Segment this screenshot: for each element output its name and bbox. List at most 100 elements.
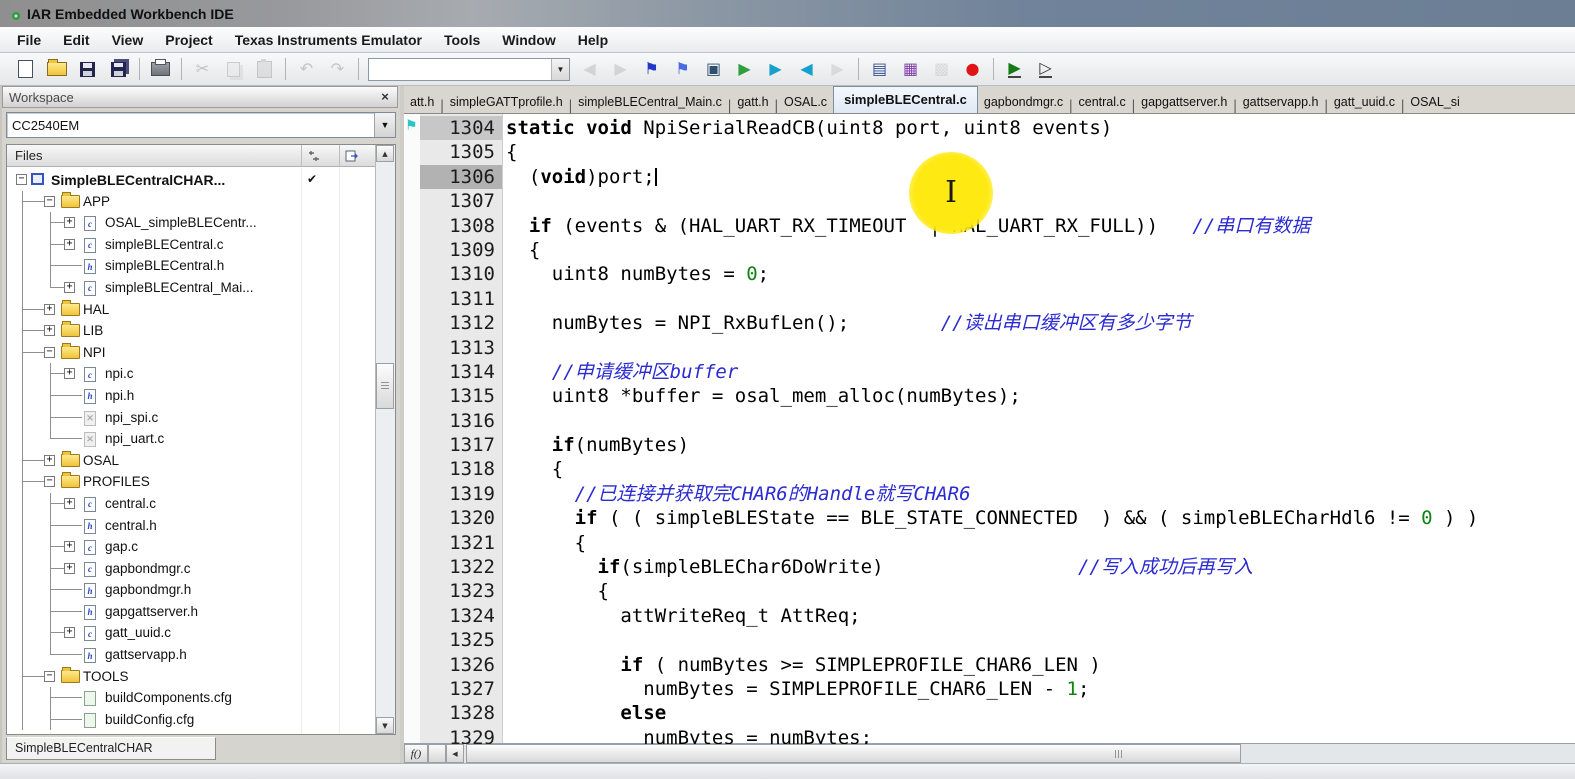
expand-icon[interactable]: + [64, 562, 75, 574]
files-column-header[interactable]: Files [7, 145, 395, 167]
editor-tab-simpleblecentral-main-c[interactable]: simpleBLECentral_Main.c [572, 90, 728, 113]
collapse-icon[interactable]: − [44, 670, 55, 682]
tree-scrollbar-thumb[interactable] [376, 363, 394, 409]
tree-item-label[interactable]: LIB [83, 323, 103, 338]
tree-item-simpleblecentral-h[interactable]: simpleBLECentral.h [7, 255, 376, 277]
scroll-left-icon[interactable]: ◀ [446, 744, 464, 763]
code-text[interactable]: static void NpiSerialReadCB(uint8 port, … [502, 116, 1112, 140]
menu-item-window[interactable]: Window [491, 27, 567, 53]
editor-tab-osal-c[interactable]: OSAL.c [778, 90, 833, 113]
save-button[interactable] [73, 56, 102, 82]
tree-item-gapbondmgr-h[interactable]: gapbondmgr.h [7, 579, 376, 601]
tree-item-label[interactable]: npi_uart.c [105, 431, 164, 446]
expand-icon[interactable]: + [44, 325, 55, 337]
expand-icon[interactable]: + [64, 368, 75, 380]
tree-item-label[interactable]: simpleBLECentral.c [105, 237, 224, 252]
breakpoint-cell[interactable] [404, 433, 420, 457]
tree-item-label[interactable]: PROFILES [83, 474, 150, 489]
code-text[interactable]: { [502, 531, 586, 555]
breakpoint-cell[interactable] [404, 165, 420, 189]
code-text[interactable]: if (events & (HAL_UART_RX_TIMEOUT | HAL_… [502, 214, 1310, 238]
code-text[interactable] [502, 287, 506, 311]
scroll-up-icon[interactable]: ▲ [376, 145, 394, 162]
compile-button[interactable]: ▤ [865, 56, 894, 82]
menu-item-tools[interactable]: Tools [433, 27, 491, 53]
code-text[interactable]: uint8 numBytes = 0; [502, 262, 769, 286]
redo-button[interactable]: ↷ [323, 56, 352, 82]
expand-icon[interactable]: + [64, 238, 75, 250]
expand-icon[interactable]: + [64, 541, 75, 553]
find-next-button[interactable]: ▶ [606, 56, 635, 82]
breakpoint-cell[interactable] [404, 238, 420, 262]
tree-item-lib[interactable]: + LIB [7, 320, 376, 342]
editor-corner-button[interactable] [428, 744, 446, 763]
collapse-icon[interactable]: − [44, 476, 55, 488]
new-document-button[interactable] [11, 56, 40, 82]
tree-item-label[interactable]: gap.c [105, 539, 138, 554]
breakpoint-cell[interactable] [404, 701, 420, 725]
tree-item-label[interactable]: APP [83, 194, 110, 209]
tree-item-label[interactable]: gapbondmgr.c [105, 561, 191, 576]
paste-button[interactable] [250, 56, 279, 82]
menu-item-view[interactable]: View [101, 27, 155, 53]
breakpoint-cell[interactable] [404, 482, 420, 506]
tree-item-osal[interactable]: + OSAL [7, 449, 376, 472]
tree-item-app[interactable]: − APP [7, 190, 376, 213]
tree-item-label[interactable]: gapgattserver.h [105, 604, 198, 619]
editor-horizontal-scrollbar[interactable]: f() ◀ [404, 743, 1575, 763]
breakpoint-cell[interactable] [404, 140, 420, 164]
expand-icon[interactable]: + [44, 454, 55, 466]
code-text[interactable] [502, 189, 506, 213]
menu-item-texas-instruments-emulator[interactable]: Texas Instruments Emulator [224, 27, 433, 53]
editor-tab-gatt-uuid-c[interactable]: gatt_uuid.c [1328, 90, 1401, 113]
tree-scrollbar[interactable]: ▲ ▼ [375, 145, 395, 734]
tree-item-npi-uart-c[interactable]: npi_uart.c [7, 428, 376, 450]
save-all-button[interactable] [104, 56, 133, 82]
tree-item-npi-h[interactable]: npi.h [7, 384, 376, 407]
breakpoint-cell[interactable] [404, 287, 420, 311]
menu-item-edit[interactable]: Edit [52, 27, 100, 53]
tree-item-buildconfig-cfg[interactable]: buildConfig.cfg [7, 708, 376, 731]
close-icon[interactable]: × [377, 89, 393, 105]
breakpoint-cell[interactable] [404, 555, 420, 579]
tree-item-label[interactable]: TOOLS [83, 669, 129, 684]
tree-item-npi[interactable]: − NPI [7, 341, 376, 364]
code-text[interactable]: { [502, 457, 563, 481]
tree-item-label[interactable]: NPI [83, 345, 106, 360]
workspace-bottom-tab[interactable]: SimpleBLECentralCHAR [6, 737, 216, 760]
breakpoint-cell[interactable] [404, 360, 420, 384]
code-text[interactable]: else [502, 701, 666, 725]
tree-item-label[interactable]: simpleBLECentral_Mai... [105, 280, 254, 295]
tree-item-gapgattserver-h[interactable]: gapgattserver.h [7, 600, 376, 623]
quick-search-button[interactable]: ▶ [730, 56, 759, 82]
chevron-down-icon[interactable]: ▼ [551, 58, 569, 80]
code-text[interactable]: numBytes = numBytes; [502, 726, 872, 744]
tree-item-tools[interactable]: − TOOLS [7, 665, 376, 688]
toggle-bookmark-button[interactable]: ⚑ [637, 56, 666, 82]
tree-item-profiles[interactable]: − PROFILES [7, 471, 376, 493]
tree-item-gap-c[interactable]: + gap.c [7, 536, 376, 558]
tree-item-buildcomponents-cfg[interactable]: buildComponents.cfg [7, 687, 376, 709]
tree-item-label[interactable]: gatt_uuid.c [105, 625, 171, 640]
open-document-button[interactable] [42, 56, 71, 82]
editor-tab-central-c[interactable]: central.c [1073, 90, 1132, 113]
code-text[interactable]: { [502, 579, 609, 603]
breakpoint-cell[interactable] [404, 531, 420, 555]
tree-item-label[interactable]: simpleBLECentral.h [105, 258, 224, 273]
tree-item-label[interactable]: npi.h [105, 388, 134, 403]
tree-item-simpleblecentral-mai[interactable]: + simpleBLECentral_Mai... [7, 276, 376, 299]
breakpoint-cell[interactable] [404, 311, 420, 335]
code-text[interactable]: //已连接并获取完CHAR6的Handle就写CHAR6 [502, 482, 971, 506]
code-text[interactable]: (void)port; [502, 165, 657, 189]
collapse-icon[interactable]: − [44, 195, 55, 207]
breakpoint-cell[interactable] [404, 579, 420, 603]
code-text[interactable]: if ( numBytes >= SIMPLEPROFILE_CHAR6_LEN… [502, 653, 1100, 677]
editor-tab-gapbondmgr-c[interactable]: gapbondmgr.c [978, 90, 1069, 113]
code-text[interactable] [502, 336, 506, 360]
tree-item-hal[interactable]: + HAL [7, 298, 376, 321]
tree-item-central-c[interactable]: + central.c [7, 492, 376, 515]
breakpoint-cell[interactable] [404, 336, 420, 360]
expand-icon[interactable]: + [64, 497, 75, 509]
go-to-function-button[interactable]: f() [404, 744, 428, 763]
editor-tab-gapgattserver-h[interactable]: gapgattserver.h [1135, 90, 1233, 113]
